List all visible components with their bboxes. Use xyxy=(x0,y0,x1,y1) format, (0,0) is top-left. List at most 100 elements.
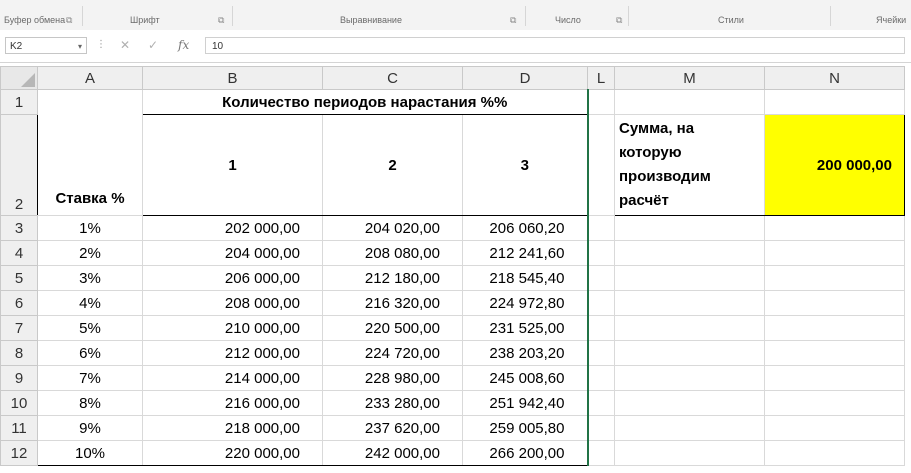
rate-cell[interactable]: 7% xyxy=(37,365,143,391)
value-cell-p2[interactable]: 228 980,00 xyxy=(322,365,463,391)
cell-m[interactable] xyxy=(614,290,765,316)
cell-l[interactable] xyxy=(587,440,615,466)
value-cell-p1[interactable]: 208 000,00 xyxy=(142,290,323,316)
cell-n[interactable] xyxy=(764,290,905,316)
row-header-10[interactable]: 10 xyxy=(0,390,38,416)
cell-l[interactable] xyxy=(587,390,615,416)
value-cell-p3[interactable]: 206 060,20 xyxy=(462,215,589,241)
value-cell-p1[interactable]: 218 000,00 xyxy=(142,415,323,441)
value-cell-p2[interactable]: 242 000,00 xyxy=(322,440,463,466)
rate-cell[interactable]: 2% xyxy=(37,240,143,266)
enter-icon[interactable]: ✓ xyxy=(148,38,158,52)
cell-n[interactable] xyxy=(764,315,905,341)
clipboard-launcher-icon[interactable]: ⧉ xyxy=(66,15,72,26)
cell-m[interactable] xyxy=(614,265,765,291)
cell-n[interactable] xyxy=(764,365,905,391)
period-header-2[interactable]: 2 xyxy=(322,114,463,216)
cell-l2[interactable] xyxy=(587,114,615,216)
value-cell-p1[interactable]: 220 000,00 xyxy=(142,440,323,466)
rate-cell[interactable]: 5% xyxy=(37,315,143,341)
select-all-corner[interactable] xyxy=(0,66,38,90)
rate-cell[interactable]: 8% xyxy=(37,390,143,416)
value-cell-p1[interactable]: 214 000,00 xyxy=(142,365,323,391)
cell-n[interactable] xyxy=(764,440,905,466)
cell-m1[interactable] xyxy=(614,89,765,115)
value-cell-p2[interactable]: 212 180,00 xyxy=(322,265,463,291)
cell-l[interactable] xyxy=(587,315,615,341)
cell-m[interactable] xyxy=(614,315,765,341)
cell-m[interactable] xyxy=(614,390,765,416)
rate-cell[interactable]: 1% xyxy=(37,215,143,241)
cell-a1-a2[interactable]: Ставка % xyxy=(37,89,143,216)
row-header-11[interactable]: 11 xyxy=(0,415,38,441)
column-header-a[interactable]: A xyxy=(37,66,143,90)
formula-input[interactable]: 10 xyxy=(205,37,905,54)
column-header-n[interactable]: N xyxy=(764,66,905,90)
value-cell-p2[interactable]: 237 620,00 xyxy=(322,415,463,441)
cell-l[interactable] xyxy=(587,415,615,441)
value-cell-p1[interactable]: 216 000,00 xyxy=(142,390,323,416)
value-cell-p3[interactable]: 212 241,60 xyxy=(462,240,589,266)
number-launcher-icon[interactable]: ⧉ xyxy=(616,15,622,26)
rate-cell[interactable]: 9% xyxy=(37,415,143,441)
rate-cell[interactable]: 10% xyxy=(37,440,143,466)
cell-m[interactable] xyxy=(614,240,765,266)
cell-n[interactable] xyxy=(764,265,905,291)
drag-handle-icon[interactable]: ⋮ xyxy=(96,39,106,50)
row-header-1[interactable]: 1 xyxy=(0,89,38,115)
value-cell-p1[interactable]: 202 000,00 xyxy=(142,215,323,241)
row-header-3[interactable]: 3 xyxy=(0,215,38,241)
cell-l[interactable] xyxy=(587,215,615,241)
cell-l[interactable] xyxy=(587,240,615,266)
cell-n[interactable] xyxy=(764,215,905,241)
row-header-12[interactable]: 12 xyxy=(0,440,38,466)
row-header-5[interactable]: 5 xyxy=(0,265,38,291)
row-header-9[interactable]: 9 xyxy=(0,365,38,391)
value-cell-p1[interactable]: 210 000,00 xyxy=(142,315,323,341)
value-cell-p3[interactable]: 238 203,20 xyxy=(462,340,589,366)
value-cell-p1[interactable]: 212 000,00 xyxy=(142,340,323,366)
value-cell-p3[interactable]: 218 545,40 xyxy=(462,265,589,291)
period-header-3[interactable]: 3 xyxy=(462,114,589,216)
cell-n[interactable] xyxy=(764,340,905,366)
cancel-icon[interactable]: ✕ xyxy=(120,38,130,52)
rate-cell[interactable]: 3% xyxy=(37,265,143,291)
column-header-l[interactable]: L xyxy=(587,66,615,90)
value-cell-p2[interactable]: 216 320,00 xyxy=(322,290,463,316)
column-header-c[interactable]: C xyxy=(322,66,463,90)
row-header-8[interactable]: 8 xyxy=(0,340,38,366)
value-cell-p1[interactable]: 204 000,00 xyxy=(142,240,323,266)
row-header-4[interactable]: 4 xyxy=(0,240,38,266)
value-cell-p2[interactable]: 220 500,00 xyxy=(322,315,463,341)
cell-n1[interactable] xyxy=(764,89,905,115)
cell-l1[interactable] xyxy=(587,89,615,115)
cell-m[interactable] xyxy=(614,440,765,466)
row-header-2[interactable]: 2 xyxy=(0,114,38,216)
row-header-6[interactable]: 6 xyxy=(0,290,38,316)
chevron-down-icon[interactable]: ▾ xyxy=(78,38,82,55)
value-cell-p3[interactable]: 259 005,80 xyxy=(462,415,589,441)
value-cell-p3[interactable]: 266 200,00 xyxy=(462,440,589,466)
value-cell-p2[interactable]: 208 080,00 xyxy=(322,240,463,266)
column-header-m[interactable]: M xyxy=(614,66,765,90)
insert-function-icon[interactable]: fx xyxy=(178,38,189,52)
column-header-b[interactable]: B xyxy=(142,66,323,90)
value-cell-p3[interactable]: 231 525,00 xyxy=(462,315,589,341)
sum-value[interactable]: 200 000,00 xyxy=(764,114,905,216)
cell-n[interactable] xyxy=(764,240,905,266)
alignment-launcher-icon[interactable]: ⧉ xyxy=(510,15,516,26)
cell-l[interactable] xyxy=(587,290,615,316)
font-launcher-icon[interactable]: ⧉ xyxy=(218,15,224,26)
periods-title[interactable]: Количество периодов нарастания %% xyxy=(142,89,589,115)
sum-label[interactable]: Сумма, на которую производим расчёт xyxy=(614,114,765,216)
value-cell-p2[interactable]: 204 020,00 xyxy=(322,215,463,241)
value-cell-p3[interactable]: 224 972,80 xyxy=(462,290,589,316)
value-cell-p2[interactable]: 224 720,00 xyxy=(322,340,463,366)
cell-m[interactable] xyxy=(614,215,765,241)
name-box[interactable]: K2 ▾ xyxy=(5,37,87,54)
cell-m[interactable] xyxy=(614,365,765,391)
cell-l[interactable] xyxy=(587,340,615,366)
cell-n[interactable] xyxy=(764,390,905,416)
rate-cell[interactable]: 6% xyxy=(37,340,143,366)
rate-cell[interactable]: 4% xyxy=(37,290,143,316)
